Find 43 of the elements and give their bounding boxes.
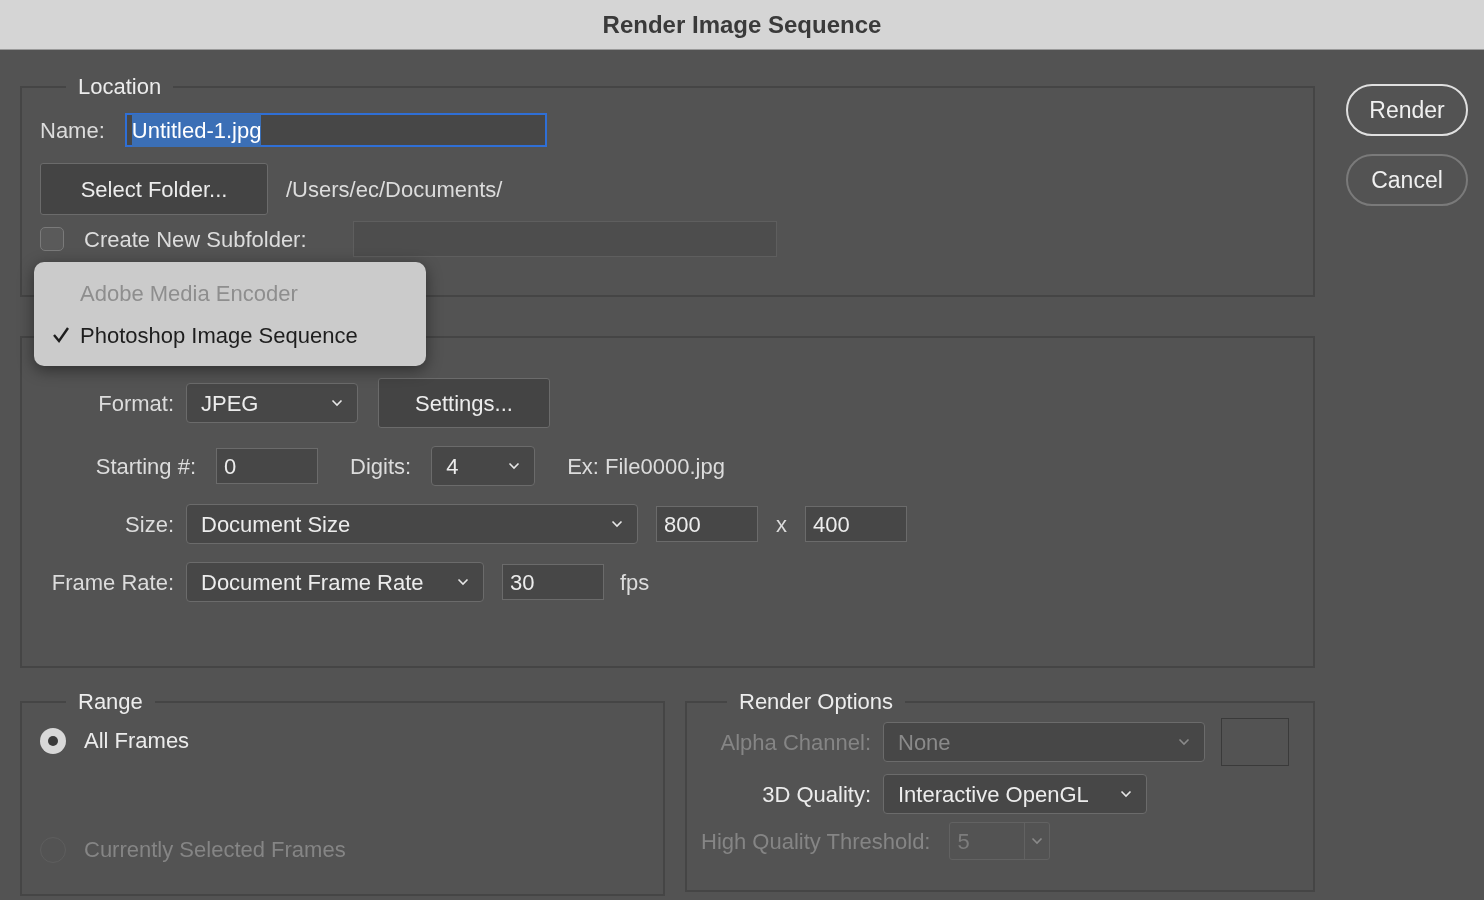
radio-button[interactable] <box>40 727 66 754</box>
field-label: Frame Rate: <box>50 568 174 597</box>
menu-item[interactable]: Photoshop Image Sequence <box>52 320 426 350</box>
chevron-down-icon <box>331 399 343 407</box>
checkmark-icon <box>52 326 70 344</box>
chevron-down-icon <box>508 462 521 470</box>
color-swatch[interactable] <box>1221 718 1289 766</box>
times-sign: x <box>776 510 787 539</box>
group-title: Location <box>78 74 162 99</box>
field-label: 3D Quality: <box>761 780 871 809</box>
chevron-down-icon <box>1030 837 1043 845</box>
example-filename: Ex: File0000.jpg <box>567 452 725 481</box>
unit-label: fps <box>620 568 650 597</box>
settings-button[interactable]: Settings... <box>378 378 550 428</box>
text-field[interactable]: 400 <box>805 506 907 542</box>
name-field[interactable]: Untitled-1.jpg <box>124 113 547 147</box>
text-field[interactable]: 30 <box>502 564 604 600</box>
dialog-button[interactable]: Render <box>1346 84 1468 136</box>
chevron-down-icon <box>1178 738 1190 746</box>
checkbox[interactable] <box>40 227 64 251</box>
dropdown[interactable]: Interactive OpenGL <box>883 774 1147 814</box>
checkbox-label: Create New Subfolder: <box>84 225 307 254</box>
field-label: Name: <box>40 116 105 145</box>
dropdown[interactable]: JPEG <box>186 383 358 423</box>
field-label: Starting #: <box>94 452 196 481</box>
chevron-down-icon <box>1120 790 1132 798</box>
dropdown[interactable]: 4 <box>431 446 536 486</box>
dialog-button[interactable]: Cancel <box>1346 154 1468 206</box>
group-title: Range <box>78 689 143 714</box>
text-field[interactable]: 0 <box>216 448 318 484</box>
field-label: Size: <box>124 510 174 539</box>
field-label: Format: <box>97 389 174 418</box>
select-folder-button[interactable]: Select Folder... <box>40 163 268 215</box>
group-title: Render Options <box>739 689 894 714</box>
field-label: Digits: <box>350 452 412 481</box>
dropdown[interactable]: Document Size <box>186 504 638 544</box>
radio-label: All Frames <box>84 727 190 755</box>
window-title: Render Image Sequence <box>602 9 882 40</box>
text-field[interactable]: 800 <box>656 506 758 542</box>
chevron-down-icon <box>457 578 469 586</box>
chevron-down-icon <box>611 520 623 528</box>
folder-path: /Users/ec/Documents/ <box>286 175 503 204</box>
dropdown[interactable]: Document Frame Rate <box>186 562 484 602</box>
